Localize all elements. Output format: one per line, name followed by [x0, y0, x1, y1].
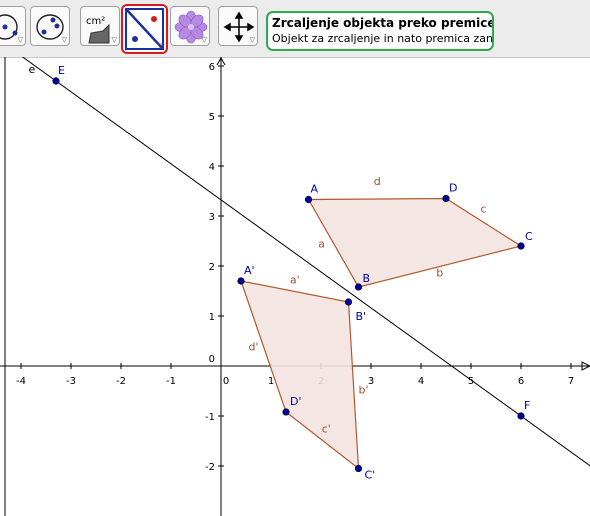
tool-help-box: Zrcaljenje objekta preko premice Objekt … — [266, 11, 494, 51]
line-label: e — [29, 63, 36, 76]
point-E — [52, 77, 60, 85]
point-A-prime — [237, 277, 245, 285]
circle-tool-button[interactable]: ▽ — [0, 6, 26, 46]
point-B-prime — [344, 298, 353, 306]
tool-help-description: Objekt za zrcaljenje in nato premica zan… — [272, 32, 494, 45]
point-B — [354, 283, 363, 291]
point-A — [304, 195, 313, 204]
polygon-fill — [240, 280, 360, 470]
x-tick-label: 0 — [223, 376, 229, 387]
point-label: B' — [356, 310, 367, 323]
area-tool-button[interactable]: cm² ▽ — [80, 6, 120, 46]
flower-tool-button[interactable]: ▽ — [170, 6, 210, 46]
x-tick-label: 7 — [568, 376, 574, 387]
graphics-view[interactable]: -4-3-2-101234567-2-10123456 abcda'b'c'd'… — [0, 57, 590, 516]
point-label: B — [363, 272, 371, 285]
point-C-prime — [354, 464, 363, 473]
x-tick-label: -2 — [116, 376, 126, 387]
y-tick-label: 0 — [209, 354, 215, 365]
side-label: a — [318, 237, 325, 250]
y-tick-label: 1 — [209, 312, 215, 323]
point-label: A — [311, 183, 319, 196]
side-label: a' — [290, 274, 300, 287]
point-label: C — [525, 230, 533, 243]
point-label: A' — [244, 264, 255, 277]
point-C — [517, 242, 525, 250]
reflect-about-line-tool-button[interactable]: ▽ — [121, 4, 168, 54]
side-label: d — [374, 175, 381, 188]
y-tick-label: 3 — [209, 212, 215, 223]
coordinate-axes — [0, 57, 590, 516]
x-tick-label: -4 — [16, 376, 26, 387]
x-tick-label: 1 — [268, 376, 274, 387]
point-label: E — [58, 64, 65, 77]
y-tick-label: 2 — [209, 262, 215, 273]
y-tick-label: 6 — [209, 62, 215, 73]
construction: a b c d a' b' c' d' e E F A B C D A' B' C' D' — [21, 57, 590, 482]
y-tick-label: -1 — [205, 412, 215, 423]
area-tool-label: cm² — [86, 16, 105, 27]
point-F — [517, 412, 525, 420]
move-graphics-view-tool-button[interactable]: ▽ — [218, 6, 258, 46]
x-tick-label: 4 — [418, 376, 424, 387]
point-label: C' — [365, 469, 376, 482]
y-tick-label: 4 — [209, 162, 215, 173]
side-label: c — [480, 202, 486, 215]
point-D — [442, 194, 450, 203]
conic-tool-button[interactable]: ▽ — [30, 6, 70, 46]
point-label: D — [449, 182, 457, 195]
x-tick-label: -1 — [166, 376, 176, 387]
y-tick-label: 5 — [209, 112, 215, 123]
side-label: d' — [248, 341, 258, 354]
x-tick-label: 6 — [518, 376, 524, 387]
polygon-ABCD: a b c d — [307, 175, 523, 288]
point-label: D' — [290, 395, 302, 408]
x-tick-label: 3 — [368, 376, 374, 387]
tool-help-title: Zrcaljenje objekta preko premice — [272, 16, 494, 30]
side-label: c' — [322, 422, 331, 435]
side-label: b — [436, 267, 443, 280]
y-tick-label: -2 — [205, 462, 215, 473]
point-label: F — [524, 399, 530, 412]
side-label: b' — [358, 383, 368, 396]
toolbar: ▽ ▽ cm² ▽ ▽ ▽ ▽ Zrcaljenje objekta preko… — [0, 0, 590, 58]
point-D-prime — [282, 408, 290, 416]
x-tick-label: -3 — [66, 376, 76, 387]
polygon-fill — [307, 197, 523, 288]
